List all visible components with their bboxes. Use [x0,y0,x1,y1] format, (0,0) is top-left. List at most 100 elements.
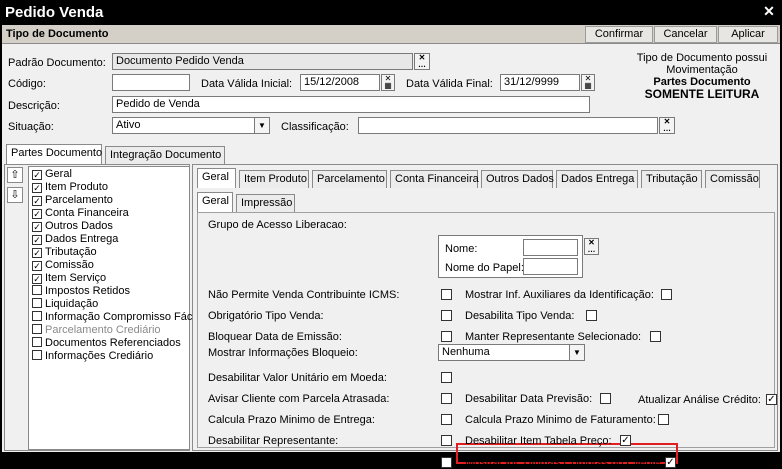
part-item[interactable]: Documentos Referenciados [32,337,181,350]
section-tab[interactable]: Comissão [705,170,760,188]
mostrar-bloqueio-select[interactable]: Nenhuma ▼ [438,344,585,361]
descricao-label: Descrição: [8,100,60,112]
part-item[interactable]: ✓ Item Serviço [32,272,106,285]
part-label: Documentos Referenciados [45,337,181,349]
nome-papel-field[interactable] [523,258,578,275]
setting-label: Desabilitar Valor Unitário em Moeda: [208,372,387,384]
data-inicial-label: Data Válida Inicial: [201,78,293,90]
classificacao-lookup-icon[interactable]: ✕… [659,117,675,134]
chevron-down-icon[interactable]: ▼ [254,118,269,133]
setting-checkbox[interactable] [658,414,669,425]
part-checkbox[interactable]: ✓ [32,261,42,271]
part-checkbox[interactable] [32,337,42,347]
cancel-button[interactable]: Cancelar [654,26,717,43]
subtab-impressao[interactable]: Impressão [236,194,295,212]
setting-checkbox[interactable] [650,331,661,342]
section-tab[interactable]: Dados Entrega [556,170,638,188]
setting-checkbox[interactable] [600,393,611,404]
part-item[interactable]: Parcelamento Crediário [32,324,161,337]
situacao-value: Ativo [116,119,141,131]
setting-label: Calcula Prazo Minimo de Entrega: [208,414,375,426]
setting-checkbox[interactable] [441,289,452,300]
calendar-icon[interactable]: ✕ ▦ [581,74,595,91]
setting-checkbox[interactable] [586,310,597,321]
setting-checkbox[interactable] [441,310,452,321]
setting-checkbox[interactable] [441,457,452,468]
tab-partes-documento[interactable]: Partes Documento [6,144,102,164]
tab-integracao-documento[interactable]: Integração Documento [105,146,225,164]
data-inicial-field[interactable]: 15/12/2008 [300,74,380,91]
confirm-button[interactable]: Confirmar [585,26,653,43]
window: Pedido Venda ✕ Tipo de Documento Confirm… [0,0,782,469]
data-final-field[interactable]: 31/12/9999 [500,74,580,91]
section-tab[interactable]: Tributação [641,170,702,188]
atualizar-credito-label: Atualizar Análise Crédito: [638,394,761,406]
padrao-field[interactable]: Documento Pedido Venda [112,53,413,70]
part-label: Liquidação [45,298,99,310]
grupo-lookup-icon[interactable]: ✕… [584,238,599,255]
atualizar-credito-checkbox[interactable]: ✓ [766,394,777,405]
padrao-lookup-icon[interactable]: ✕… [414,53,430,70]
part-item[interactable]: ✓ Outros Dados [32,220,113,233]
setting-checkbox[interactable] [441,393,452,404]
part-label: Item Serviço [45,272,107,284]
part-checkbox[interactable] [32,350,42,360]
part-checkbox[interactable] [32,285,42,295]
nome-field[interactable] [523,239,578,256]
section-tab[interactable]: Geral [197,168,236,188]
header-bar: Tipo de Documento Confirmar Cancelar Apl… [2,25,780,44]
section-tab[interactable]: Item Produto [239,170,309,188]
setting-checkbox[interactable] [441,331,452,342]
part-label: Parcelamento Crediário [45,324,161,336]
close-icon[interactable]: ✕ [761,4,777,20]
chevron-down-icon[interactable]: ▼ [569,345,584,360]
part-checkbox[interactable]: ✓ [32,183,42,193]
setting-label: Desabilitar Data Previsão: [465,393,593,405]
section-tab[interactable]: Outros Dados [481,170,554,188]
parts-panel: ⇧ ⇩ ✓ Geral ✓ Item Produto ✓ Parcelamento ✓ Con… [4,164,197,451]
part-checkbox[interactable]: ✓ [32,248,42,258]
move-down-icon[interactable]: ⇩ [7,187,23,203]
setting-checkbox[interactable] [441,435,452,446]
part-checkbox[interactable]: ✓ [32,209,42,219]
part-checkbox[interactable]: ✓ [32,170,42,180]
setting-checkbox[interactable]: ✓ [665,457,676,468]
part-checkbox[interactable] [32,311,42,321]
setting-checkbox[interactable] [661,289,672,300]
move-up-icon[interactable]: ⇧ [7,167,23,183]
part-item[interactable]: Informações Crediário [32,350,153,363]
setting-checkbox[interactable] [441,372,452,383]
part-item[interactable]: ✓ Geral [32,168,72,181]
setting-checkbox[interactable] [441,414,452,425]
setting-checkbox[interactable]: ✓ [620,435,631,446]
part-label: Impostos Retidos [45,285,130,297]
part-item[interactable]: ✓ Parcelamento [32,194,113,207]
part-label: Informações Crediário [45,350,154,362]
part-item[interactable]: ✓ Comissão [32,259,94,272]
part-checkbox[interactable] [32,324,42,334]
part-checkbox[interactable] [32,298,42,308]
section-tab[interactable]: Conta Financeira [390,170,479,188]
part-item[interactable]: Liquidação [32,298,98,311]
part-item[interactable]: Impostos Retidos [32,285,130,298]
descricao-field[interactable]: Pedido de Venda [112,96,590,113]
part-checkbox[interactable]: ✓ [32,196,42,206]
part-item[interactable]: ✓ Item Produto [32,181,108,194]
subtab-geral[interactable]: Geral [197,192,233,212]
note-line2: Movimentação [666,64,738,76]
situacao-select[interactable]: Ativo ▼ [112,117,270,134]
codigo-label: Código: [8,78,46,90]
classificacao-field[interactable] [358,117,658,134]
part-item[interactable]: ✓ Tributação [32,246,97,259]
part-item[interactable]: ✓ Dados Entrega [32,233,118,246]
part-label: Geral [45,168,72,180]
part-item[interactable]: ✓ Conta Financeira [32,207,129,220]
part-checkbox[interactable]: ✓ [32,222,42,232]
part-item[interactable]: Informação Compromisso Fácil [32,311,197,324]
part-checkbox[interactable]: ✓ [32,274,42,284]
calendar-icon[interactable]: ✕ ▦ [381,74,395,91]
section-tab[interactable]: Parcelamento [312,170,387,188]
codigo-field[interactable] [112,74,190,91]
part-checkbox[interactable]: ✓ [32,235,42,245]
apply-button[interactable]: Aplicar [718,26,778,43]
